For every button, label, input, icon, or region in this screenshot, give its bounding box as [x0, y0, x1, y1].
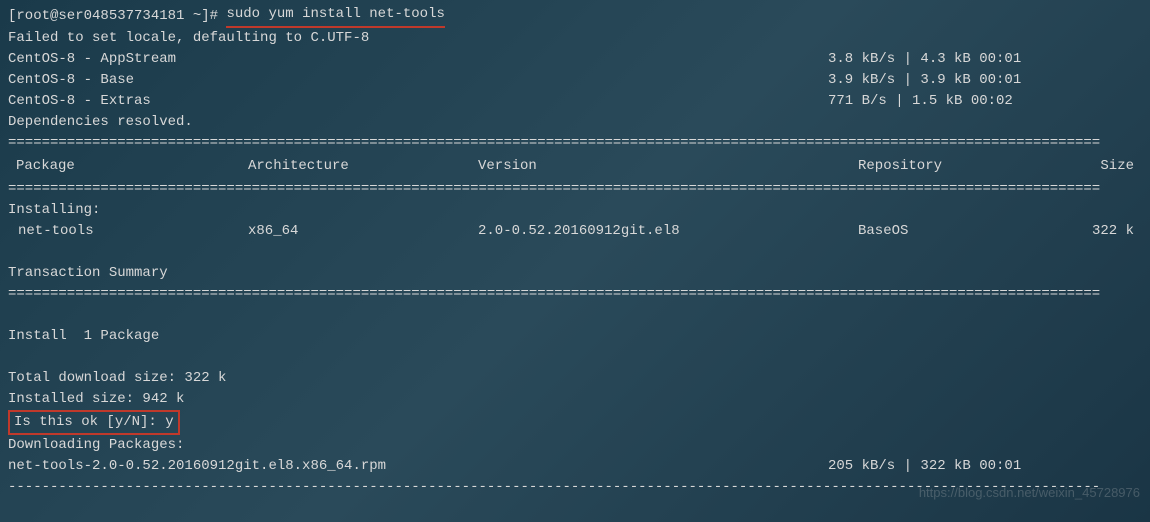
header-version: Version: [478, 156, 858, 177]
confirm-text: Is this ok [y/N]: y: [8, 410, 180, 435]
command-text: sudo yum install net-tools: [226, 4, 444, 28]
download-stats: 205 kB/s | 322 kB 00:01: [828, 456, 1142, 477]
header-arch: Architecture: [248, 156, 478, 177]
repo-stats: 771 B/s | 1.5 kB 00:02: [828, 91, 1142, 112]
pkg-arch: x86_64: [248, 221, 478, 242]
repo-name: CentOS-8 - Extras: [8, 91, 828, 112]
pkg-size: 322 k: [1058, 221, 1142, 242]
locale-msg: Failed to set locale, defaulting to C.UT…: [8, 28, 1142, 49]
transaction-summary: Transaction Summary: [8, 263, 1142, 284]
total-download-size: Total download size: 322 k: [8, 368, 1142, 389]
package-row: net-tools x86_64 2.0-0.52.20160912git.el…: [8, 221, 1142, 242]
prompt-user-host: [root@ser048537734181 ~]#: [8, 6, 218, 27]
download-row: net-tools-2.0-0.52.20160912git.el8.x86_6…: [8, 456, 1142, 477]
repo-row: CentOS-8 - Extras 771 B/s | 1.5 kB 00:02: [8, 91, 1142, 112]
installing-label: Installing:: [8, 200, 1142, 221]
installed-size: Installed size: 942 k: [8, 389, 1142, 410]
repo-stats: 3.8 kB/s | 4.3 kB 00:01: [828, 49, 1142, 70]
header-repo: Repository: [858, 156, 1058, 177]
header-size: Size: [1058, 156, 1142, 177]
install-count: Install 1 Package: [8, 326, 1142, 347]
prompt-line: [root@ser048537734181 ~]# sudo yum insta…: [8, 4, 1142, 28]
download-name: net-tools-2.0-0.52.20160912git.el8.x86_6…: [8, 456, 828, 477]
pkg-name: net-tools: [8, 221, 248, 242]
deps-resolved: Dependencies resolved.: [8, 112, 1142, 133]
repo-name: CentOS-8 - AppStream: [8, 49, 828, 70]
repo-stats: 3.9 kB/s | 3.9 kB 00:01: [828, 70, 1142, 91]
repo-row: CentOS-8 - AppStream 3.8 kB/s | 4.3 kB 0…: [8, 49, 1142, 70]
repo-name: CentOS-8 - Base: [8, 70, 828, 91]
divider: ========================================…: [8, 284, 1142, 305]
downloading-label: Downloading Packages:: [8, 435, 1142, 456]
confirm-prompt[interactable]: Is this ok [y/N]: y: [8, 410, 1142, 435]
repo-row: CentOS-8 - Base 3.9 kB/s | 3.9 kB 00:01: [8, 70, 1142, 91]
divider: ========================================…: [8, 133, 1142, 154]
pkg-version: 2.0-0.52.20160912git.el8: [478, 221, 858, 242]
header-package: Package: [8, 156, 248, 177]
divider: ========================================…: [8, 179, 1142, 200]
table-header: Package Architecture Version Repository …: [8, 154, 1142, 179]
watermark: https://blog.csdn.net/weixin_45728976: [919, 483, 1140, 503]
pkg-repo: BaseOS: [858, 221, 1058, 242]
